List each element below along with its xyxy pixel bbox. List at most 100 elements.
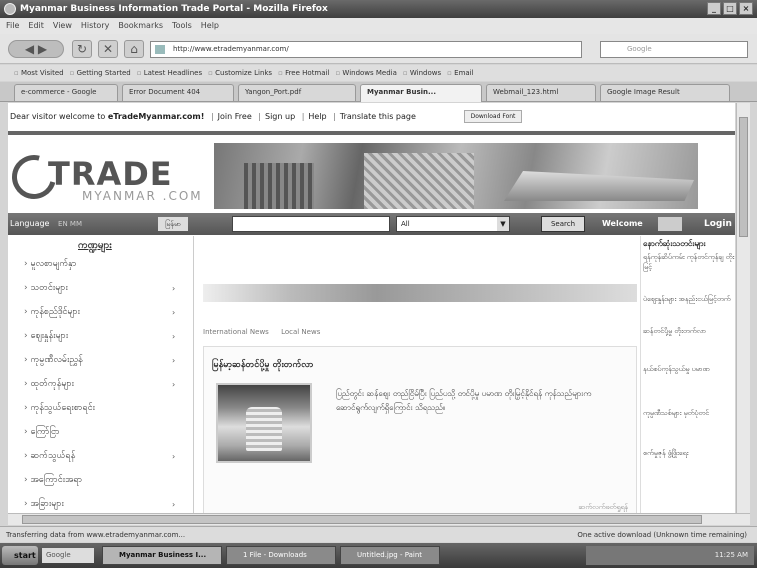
welcome-text: Dear visitor welcome to — [10, 112, 106, 121]
language-label: Language — [10, 219, 50, 228]
tab-strip: e-commerce - Google Error Document 404 Y… — [0, 82, 757, 102]
featured-article: မြန်မာ့ဆန်တင်ပို့မှု တိုးတက်လာ ပြည်တွင်း… — [203, 346, 637, 513]
article-photo[interactable] — [216, 383, 312, 463]
chevron-right-icon: › — [172, 380, 176, 389]
bookmark-item[interactable]: Getting Started — [70, 65, 131, 81]
news-link[interactable]: နယ်စပ်ကုန်သွယ်မှု ပမာဏ — [643, 364, 735, 374]
welcome-label: Welcome — [602, 219, 643, 228]
news-link[interactable]: စက်မှုဇုန် ဖွံ့ဖြိုးရေး — [643, 448, 735, 458]
bookmark-item[interactable]: Latest Headlines — [137, 65, 202, 81]
download-status[interactable]: One active download (Unknown time remain… — [577, 527, 747, 543]
language-selector[interactable]: Language EN MM — [10, 213, 82, 235]
tab-myanmar-business[interactable]: Myanmar Busin... — [360, 84, 482, 102]
minimize-button[interactable]: _ — [707, 2, 721, 15]
url-bar[interactable]: http://www.etrademyanmar.com/ — [150, 41, 582, 58]
download-font-button[interactable]: Download Font — [464, 110, 522, 123]
bookmark-item[interactable]: Most Visited — [14, 65, 64, 81]
help-link[interactable]: Help — [308, 112, 326, 121]
language-options[interactable]: EN MM — [58, 220, 82, 228]
menu-tools[interactable]: Tools — [172, 18, 192, 34]
sidebar-item[interactable]: ဆက်သွယ်ရန် — [24, 450, 75, 463]
menu-history[interactable]: History — [81, 18, 109, 34]
close-button[interactable]: × — [739, 2, 753, 15]
google-search-box[interactable]: Google — [42, 548, 94, 563]
chevron-right-icon: › — [172, 356, 176, 365]
site-logo[interactable]: TRADE MYANMAR .COM — [8, 146, 212, 208]
tab-yangon-port[interactable]: Yangon_Port.pdf — [238, 84, 356, 101]
sidebar-title: ကဏ္ဍများ — [78, 240, 112, 251]
sidebar-item[interactable]: ကုန်စည်ဒိုင်များ — [24, 306, 79, 319]
login-link[interactable]: Login — [704, 213, 732, 235]
site-search-bar: Language EN MM မြန်မာ All ▼ Search Welco… — [8, 213, 735, 235]
bookmark-item[interactable]: Free Hotmail — [278, 65, 329, 81]
stop-icon[interactable]: ✕ — [98, 40, 118, 58]
menu-bookmarks[interactable]: Bookmarks — [118, 18, 163, 34]
scrollbar-thumb[interactable] — [22, 515, 702, 524]
menu-view[interactable]: View — [53, 18, 72, 34]
news-link[interactable]: ကုမ္ပဏီသစ်များ မှတ်ပုံတင် — [643, 408, 735, 418]
welcome-bar: Dear visitor welcome to eTradeMyanmar.co… — [8, 109, 735, 125]
translate-link[interactable]: Translate this page — [340, 112, 416, 121]
tab-google[interactable]: e-commerce - Google — [14, 84, 118, 101]
article-body: ပြည်တွင်း ဆန်ဈေး တည်ငြိမ်ပြီး ပြည်ပသို့ … — [336, 389, 592, 412]
sidebar-item[interactable]: ကုန်သွယ်ရေးစာရင်း — [24, 402, 94, 415]
start-button[interactable]: start — [2, 546, 38, 565]
menu-file[interactable]: File — [6, 18, 19, 34]
sidebar-item[interactable]: အကြောင်းအရာ — [24, 474, 82, 487]
taskbar-downloads[interactable]: 1 File - Downloads — [226, 546, 336, 565]
tab-google-image[interactable]: Google Image Result — [600, 84, 730, 101]
news-link[interactable]: ရန်ကုန်ဆိပ်ကမ်း ကုန်တင်ကုန်ချ တိုးမြင့် — [643, 252, 735, 272]
bookmark-item[interactable]: Windows — [403, 65, 441, 81]
home-icon[interactable]: ⌂ — [124, 40, 144, 58]
tab-international-news[interactable]: International News — [203, 328, 269, 336]
sidebar-item[interactable]: ကြော်ငြာ — [24, 426, 59, 439]
myanmar-font-badge[interactable]: မြန်မာ — [158, 217, 188, 231]
site-favicon-icon — [155, 45, 165, 54]
taskbar-paint[interactable]: Untitled.jpg - Paint — [340, 546, 440, 565]
chevron-right-icon: › — [172, 284, 176, 293]
article-headline[interactable]: မြန်မာ့ဆန်တင်ပို့မှု တိုးတက်လာ — [212, 359, 313, 372]
sidebar-item[interactable]: အခြားများ — [24, 498, 63, 511]
firefox-icon — [4, 3, 16, 15]
main-content: International News Local News မြန်မာ့ဆန်… — [195, 236, 637, 513]
sidebar-item[interactable]: ဈေးနှုန်းများ — [24, 330, 68, 343]
reload-icon[interactable]: ↻ — [72, 40, 92, 58]
advertisement-banner[interactable] — [203, 284, 637, 302]
tab-error-404[interactable]: Error Document 404 — [122, 84, 234, 101]
status-text: Transferring data from www.etrademyanmar… — [6, 531, 186, 539]
horizontal-scrollbar[interactable] — [8, 513, 750, 525]
news-link[interactable]: ပဲဈေးနှုန်းများ အနည်းငယ်မြင့်တက် — [643, 294, 735, 304]
sign-up-link[interactable]: Sign up — [265, 112, 295, 121]
sidebar-item[interactable]: သတင်းများ — [24, 282, 67, 295]
tab-webmail[interactable]: Webmail_123.html — [486, 84, 596, 101]
latest-news-title: နောက်ဆုံးသတင်းများ — [643, 239, 706, 248]
sidebar-item[interactable]: ထုတ်ကုန်များ — [24, 378, 73, 391]
maximize-button[interactable]: □ — [723, 2, 737, 15]
user-name-box — [658, 217, 682, 231]
tab-local-news[interactable]: Local News — [281, 328, 320, 336]
news-link[interactable]: ဆန်တင်ပို့မှု တိုးတက်လာ — [643, 326, 735, 336]
back-button[interactable]: ◀ ▶ — [8, 40, 64, 58]
search-button[interactable]: Search — [541, 216, 585, 232]
scrollbar-thumb[interactable] — [739, 117, 748, 237]
sidebar-item[interactable]: မူလစာမျက်နှာ — [24, 258, 76, 271]
chevron-right-icon: › — [172, 452, 176, 461]
join-free-link[interactable]: Join Free — [218, 112, 252, 121]
bookmark-item[interactable]: Windows Media — [335, 65, 397, 81]
sidebar-item[interactable]: ကုမ္ပဏီလမ်းညွှန် — [24, 354, 82, 367]
clock[interactable]: 11:25 AM — [715, 551, 748, 559]
menu-help[interactable]: Help — [201, 18, 219, 34]
web-page: Dear visitor welcome to eTradeMyanmar.co… — [8, 103, 735, 513]
category-value: All — [401, 220, 410, 228]
search-input[interactable]: Google — [600, 41, 748, 58]
keyword-input[interactable] — [232, 216, 390, 232]
menu-edit[interactable]: Edit — [28, 18, 44, 34]
chevron-right-icon: › — [172, 332, 176, 341]
bookmark-item[interactable]: Email — [447, 65, 473, 81]
chevron-down-icon: ▼ — [497, 217, 509, 231]
category-select[interactable]: All ▼ — [396, 216, 510, 232]
bookmark-item[interactable]: Customize Links — [208, 65, 272, 81]
vertical-scrollbar[interactable] — [736, 103, 750, 513]
read-more-link[interactable]: ဆက်လက်ဖတ်ရှုရန် — [578, 503, 628, 513]
taskbar-firefox[interactable]: Myanmar Business I... — [102, 546, 222, 565]
